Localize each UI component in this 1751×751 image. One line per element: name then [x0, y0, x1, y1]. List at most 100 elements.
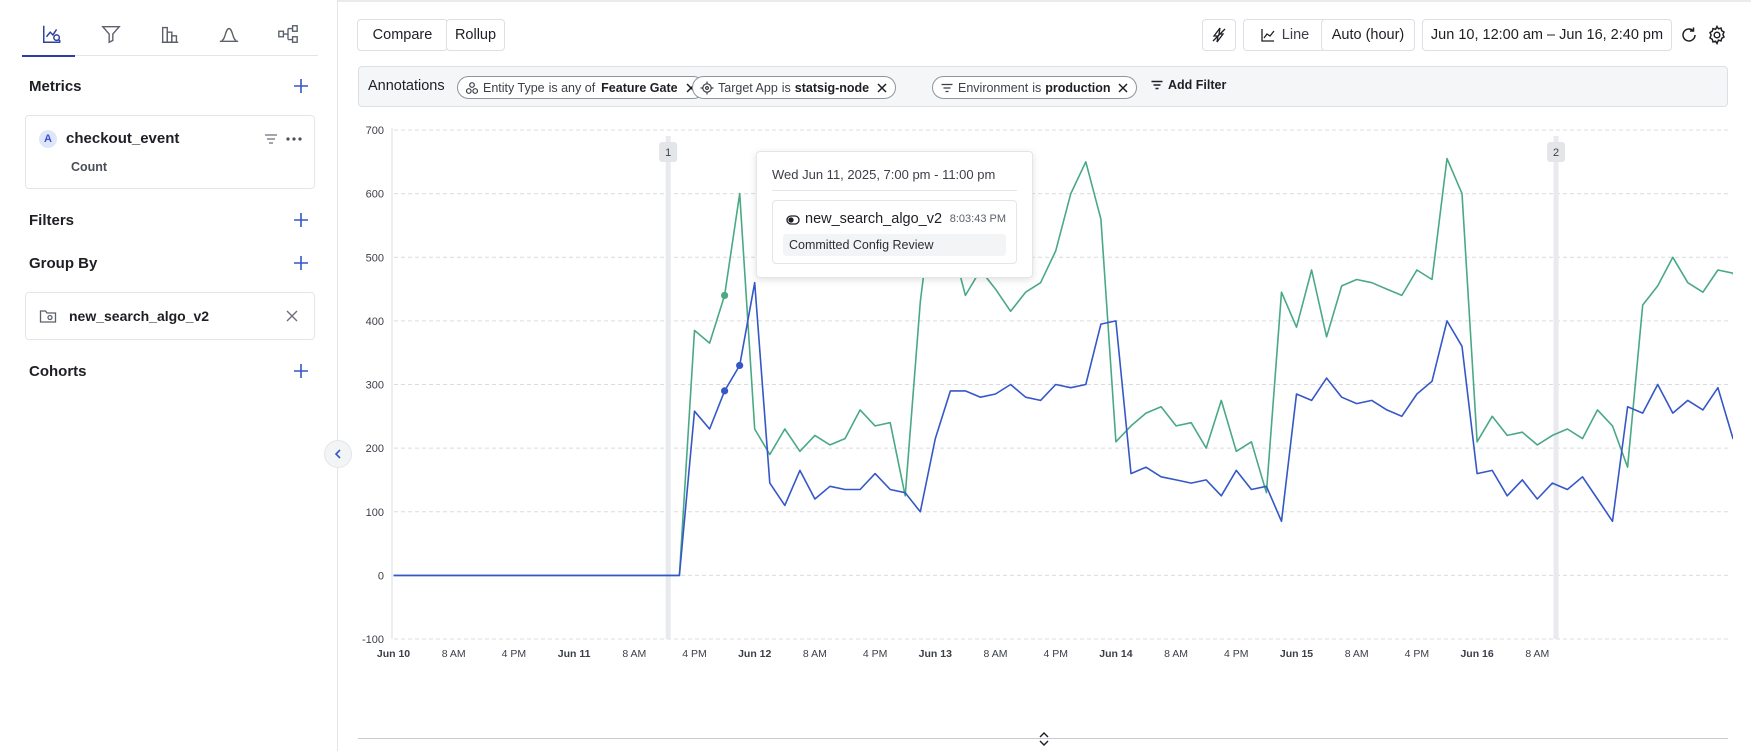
y-tick-label: 0 [378, 570, 384, 582]
annotation-chip-entity-type[interactable]: Entity Type is any of Feature Gate [457, 76, 705, 99]
line-chart[interactable]: 1 2 Jun 10 8 AM 4 PM Jun 11 8 AM 4 PM Jun 12 8 A… [358, 118, 1733, 738]
more-options-icon[interactable] [284, 130, 304, 148]
metric-aggregation: Count [71, 160, 108, 174]
annotations-label: Annotations [368, 78, 445, 94]
tooltip-divider [772, 190, 1017, 191]
x-tick-label: 4 PM [502, 648, 527, 660]
add-metric-button[interactable] [291, 76, 311, 96]
metric-name: checkout_event [66, 130, 180, 147]
x-axis-ticks: Jun 10 8 AM 4 PM Jun 11 8 AM 4 PM Jun 12 8 AM 4 … [377, 648, 1549, 660]
chip-field: Target App [718, 80, 778, 95]
plus-icon [294, 256, 308, 270]
tooltip-time: 8:03:43 PM [949, 213, 1006, 225]
metric-card[interactable]: A checkout_event Count [25, 115, 315, 189]
annotations-toggle-button[interactable] [1202, 19, 1236, 51]
chip-operator: is any of [548, 80, 596, 95]
flow-tab-icon [278, 25, 299, 43]
remove-chip-icon[interactable] [875, 81, 889, 95]
refresh-icon [1682, 27, 1696, 42]
filters-title: Filters [29, 211, 75, 229]
compare-button[interactable]: Compare [357, 19, 448, 51]
metrics-title: Metrics [29, 77, 82, 95]
plus-icon [294, 213, 308, 227]
x-tick-label: 4 PM [682, 648, 707, 660]
chip-value: production [1045, 80, 1111, 95]
x-tick-label: 8 AM [984, 648, 1008, 660]
series-point[interactable] [736, 361, 744, 370]
date-range-button[interactable]: Jun 10, 12:00 am – Jun 16, 2:40 pm [1422, 19, 1672, 51]
tab-flow[interactable] [259, 12, 318, 56]
add-cohort-button[interactable] [291, 361, 311, 381]
filters-section-header: Filters [29, 208, 311, 232]
y-tick-label: 500 [366, 252, 384, 264]
series-point[interactable] [721, 291, 729, 300]
funnel-tab-icon [101, 25, 121, 44]
x-tick-label: 4 PM [1224, 648, 1249, 660]
view-tabs [22, 12, 318, 57]
cohorts-title: Cohorts [29, 362, 87, 380]
series-point[interactable] [721, 387, 729, 395]
chip-field: Environment [958, 80, 1029, 95]
collapse-sidebar-button[interactable] [324, 440, 352, 468]
toggle-icon [786, 215, 800, 225]
add-filter-button[interactable]: Add Filter [1150, 78, 1226, 92]
series-line[interactable] [393, 281, 1734, 577]
annotation-marker-band[interactable] [665, 136, 671, 639]
distribution-tab-icon [220, 27, 239, 43]
x-tick-label: 8 AM [803, 648, 827, 660]
y-tick-label: 100 [366, 507, 384, 519]
granularity-button[interactable]: Auto (hour) [1321, 19, 1415, 51]
filter-lines-icon[interactable] [263, 131, 279, 147]
plus-icon [294, 364, 308, 378]
x-tick-label: Jun 11 [558, 648, 591, 660]
group-by-card[interactable]: new_search_algo_v2 [25, 292, 315, 340]
add-group-by-button[interactable] [291, 253, 311, 273]
series-line[interactable] [393, 149, 1734, 577]
tooltip-description: Committed Config Review [783, 234, 1006, 256]
lightning-off-icon [1212, 27, 1226, 43]
chart-grid [391, 128, 1728, 640]
tab-metrics-explorer[interactable] [22, 12, 81, 57]
filter-lines-icon [941, 83, 953, 92]
target-icon [700, 81, 714, 94]
x-tick-label: 4 PM [1405, 648, 1430, 660]
chart-resize-handle[interactable] [1036, 730, 1052, 748]
x-tick-label: Jun 15 [1280, 648, 1313, 660]
tab-distribution[interactable] [200, 12, 259, 56]
chip-value: statsig-node [794, 80, 870, 95]
remove-chip-icon[interactable] [1116, 81, 1130, 95]
y-tick-label: -100 [362, 634, 384, 646]
y-tick-label: 400 [366, 316, 384, 328]
sidebar: Metrics A checkout_event Count Filters G… [0, 0, 338, 751]
annotation-marker-label: 1 [665, 147, 671, 159]
tab-funnel[interactable] [81, 12, 140, 56]
y-axis-ticks: 700 600 500 400 300 200 100 0 -100 [362, 125, 384, 646]
remove-group-by-icon[interactable] [284, 308, 300, 324]
chart-type-button[interactable]: Line [1243, 19, 1326, 51]
plus-icon [294, 79, 308, 93]
resize-vertical-icon [1039, 732, 1049, 746]
annotation-chip-environment[interactable]: Environment is production [932, 76, 1138, 99]
metrics-section-header: Metrics [29, 74, 311, 98]
gate-folder-icon [39, 310, 57, 323]
tab-retention[interactable] [140, 12, 199, 56]
tooltip-title: Wed Jun 11, 2025, 7:00 pm - 11:00 pm [772, 167, 996, 182]
add-filter-label: Add Filter [1168, 78, 1227, 92]
group-by-value: new_search_algo_v2 [69, 308, 210, 324]
gear-icon [1709, 25, 1725, 45]
rollup-button[interactable]: Rollup [446, 19, 505, 51]
x-tick-label: 4 PM [863, 648, 888, 660]
chart-series [393, 149, 1734, 577]
settings-button[interactable] [1705, 23, 1729, 47]
annotation-marker-band[interactable] [1553, 136, 1559, 639]
add-filter-sidebar-button[interactable] [291, 210, 311, 230]
x-tick-label: 8 AM [1345, 648, 1369, 660]
annotation-chip-target-app[interactable]: Target App is statsig-node [692, 76, 897, 99]
group-by-section-header: Group By [29, 251, 311, 275]
refresh-button[interactable] [1677, 23, 1701, 47]
tooltip-annotation-card[interactable]: new_search_algo_v2 8:03:43 PM Committed … [772, 200, 1017, 264]
x-tick-label: Jun 10 [377, 648, 410, 660]
y-tick-label: 200 [366, 443, 384, 455]
x-tick-label: 4 PM [1043, 648, 1068, 660]
entity-type-icon [465, 81, 479, 94]
